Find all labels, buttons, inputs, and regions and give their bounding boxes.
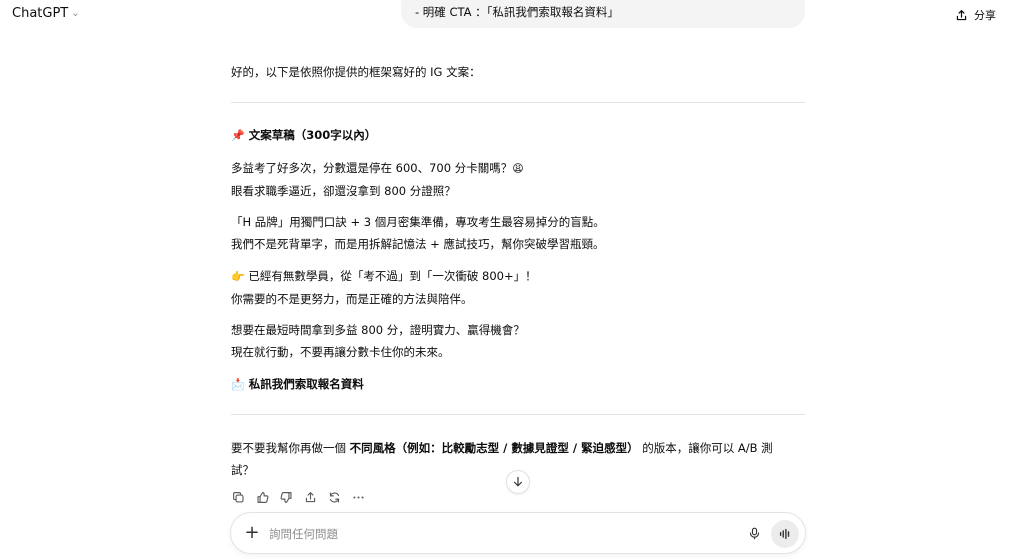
scroll-to-bottom-button[interactable]: [506, 470, 530, 494]
thumbs-up-icon: [257, 492, 269, 503]
share-icon: [956, 9, 967, 20]
prompt-input[interactable]: [269, 524, 709, 544]
thumbs-up-button[interactable]: [253, 488, 272, 507]
copy-button[interactable]: [229, 488, 248, 507]
regenerate-icon: [329, 492, 340, 503]
share-message-button[interactable]: [301, 488, 320, 507]
para4-line2: 現在就行動，不要再讓分數卡住你的未來。: [231, 345, 450, 359]
dictate-button[interactable]: [745, 524, 763, 542]
paragraph-4: 想要在最短時間拿到多益 800 分，證明實力、贏得機會？ 現在就行動，不要再讓分…: [231, 319, 805, 363]
followup-post: 的版本，讓你可以 A/B 測: [638, 441, 773, 455]
pointing-hand-icon: 👉: [231, 270, 245, 283]
draft-heading: 📌 文案草稿（300字以內）: [231, 124, 805, 147]
copy-icon: [233, 492, 244, 503]
thumbs-down-icon: [280, 492, 292, 503]
more-icon: [353, 496, 364, 499]
chevron-down-icon: ⌄: [71, 8, 80, 19]
para1-line1: 多益考了好多次，分數還是停在 600、700 分卡關嗎？: [231, 161, 513, 175]
followup-pre: 要不要我幫你再做一個: [231, 441, 350, 455]
para3-line1: 已經有無數學員，從「考不過」到「一次衝破 800+」！: [248, 269, 537, 283]
regenerate-button[interactable]: [325, 488, 344, 507]
plus-icon[interactable]: +: [243, 524, 261, 542]
assistant-intro: 好的，以下是依照你提供的框架寫好的 IG 文案：: [231, 65, 481, 79]
divider: [231, 414, 805, 415]
model-switcher[interactable]: ChatGPT ⌄: [12, 6, 80, 21]
voice-mode-button[interactable]: [771, 520, 799, 548]
draft-heading-text: 文案草稿（300字以內）: [248, 128, 377, 142]
cta-text: 私訊我們索取報名資料: [248, 377, 364, 391]
composer: +: [230, 512, 806, 554]
cta-line: 📩 私訊我們索取報名資料: [231, 373, 805, 396]
more-options-button[interactable]: [349, 488, 368, 507]
share-button[interactable]: 分享: [955, 7, 996, 23]
divider: [231, 102, 805, 103]
para2-line1: 「H 品牌」用獨門口訣 + 3 個月密集準備，專攻考生最容易掉分的盲點。: [231, 215, 605, 229]
para3-line2: 你需要的不是更努力，而是正確的方法與陪伴。: [231, 292, 473, 306]
para1-line2: 眼看求職季逼近，卻還沒拿到 800 分證照？: [231, 184, 456, 198]
message-actions: [229, 488, 368, 507]
envelope-icon: 📩: [231, 378, 245, 391]
app-title: ChatGPT: [12, 6, 69, 21]
thumbs-down-button[interactable]: [277, 488, 296, 507]
user-message-bubble: - 明確 CTA ：「私訊我們索取報名資料」: [401, 0, 805, 28]
weary-face-icon: 😩: [512, 162, 524, 175]
share-label: 分享: [974, 9, 996, 22]
pin-icon: 📌: [231, 129, 245, 142]
para2-line2: 我們不是死背單字，而是用拆解記憶法 + 應試技巧，幫你突破學習瓶頸。: [231, 237, 605, 251]
paragraph-1: 多益考了好多次，分數還是停在 600、700 分卡關嗎？😩 眼看求職季逼近，卻還…: [231, 157, 805, 202]
user-message-text: - 明確 CTA ：「私訊我們索取報名資料」: [415, 5, 619, 19]
arrow-down-icon: [514, 476, 522, 487]
voice-mode-icon: [779, 528, 790, 540]
para4-line1: 想要在最短時間拿到多益 800 分，證明實力、贏得機會？: [231, 323, 525, 337]
share-icon: [305, 492, 316, 503]
paragraph-2: 「H 品牌」用獨門口訣 + 3 個月密集準備，專攻考生最容易掉分的盲點。 我們不…: [231, 211, 805, 255]
paragraph-3: 👉 已經有無數學員，從「考不過」到「一次衝破 800+」！ 你需要的不是更努力，…: [231, 265, 805, 310]
mic-icon: [749, 527, 759, 539]
followup-bold: 不同風格（例如：比較勵志型 / 數據見證型 / 緊迫感型）: [349, 441, 639, 455]
